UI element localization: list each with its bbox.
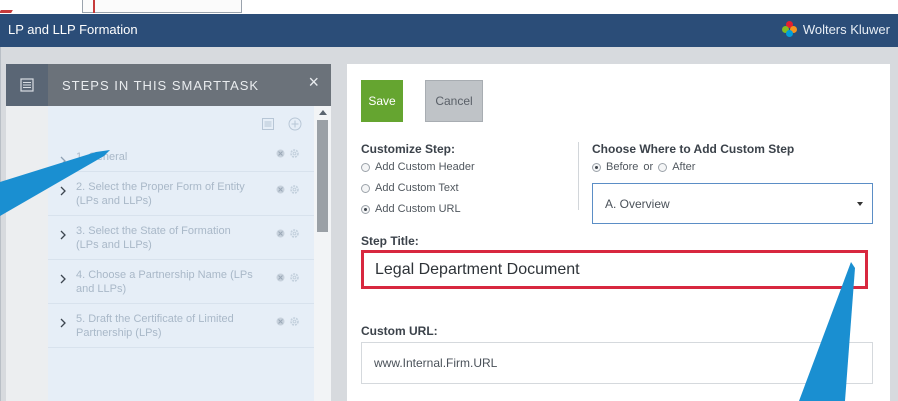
annotation-line [93, 0, 95, 13]
position-radio-group: Before or After [592, 161, 695, 173]
gear-icon[interactable] [289, 228, 300, 239]
steps-scrollbar[interactable] [314, 106, 331, 401]
list-item[interactable]: 1. General [48, 142, 314, 172]
chevron-right-icon[interactable] [58, 186, 68, 196]
list-item[interactable]: 3. Select the State of Formation (LPs an… [48, 216, 314, 260]
customize-step-label: Customize Step: [361, 142, 456, 156]
customize-step-form: Save Cancel Customize Step: Add Custom H… [347, 64, 890, 401]
gear-icon[interactable] [289, 184, 300, 195]
custom-url-value: www.Internal.Firm.URL [374, 356, 498, 370]
step-title-label: Step Title: [361, 234, 419, 248]
steps-list: 1. General 2. Select the Proper Form of … [48, 142, 314, 401]
radio-button[interactable] [361, 183, 370, 193]
radio-after[interactable] [658, 162, 668, 172]
brand-name: Wolters Kluwer [802, 21, 890, 37]
scroll-thumb[interactable] [317, 120, 328, 232]
delete-icon[interactable] [276, 149, 285, 158]
step-actions [276, 316, 300, 327]
list-item[interactable]: 2. Select the Proper Form of Entity (LPs… [48, 172, 314, 216]
radio-before[interactable] [592, 162, 601, 172]
step-title-input[interactable]: Legal Department Document [361, 250, 868, 289]
list-item[interactable]: 4. Choose a Partnership Name (LPs and LL… [48, 260, 314, 304]
scroll-up-icon[interactable] [319, 110, 327, 115]
delete-icon[interactable] [276, 317, 285, 326]
list-icon [20, 78, 34, 92]
step-actions [276, 184, 300, 195]
radio-label: Add Custom Header [375, 161, 475, 173]
delete-icon[interactable] [276, 185, 285, 194]
steps-panel-header: STEPS IN THIS SMARTTASK × [48, 64, 331, 106]
cancel-button[interactable]: Cancel [425, 80, 483, 122]
add-step-icon[interactable] [288, 117, 302, 131]
section-divider [578, 142, 579, 210]
annotation-mark [0, 10, 13, 13]
step-select[interactable]: A. Overview [592, 183, 873, 224]
chevron-right-icon[interactable] [58, 230, 68, 240]
step-label: 3. Select the State of Formation (LPs an… [76, 225, 231, 251]
gear-icon[interactable] [289, 148, 300, 159]
radio-button[interactable] [361, 162, 370, 172]
delete-icon[interactable] [276, 273, 285, 282]
step-label: 5. Draft the Certificate of Limited Part… [76, 313, 234, 339]
radio-button[interactable] [361, 204, 370, 214]
close-icon[interactable]: × [308, 73, 319, 91]
list-view-icon[interactable] [262, 118, 274, 130]
window-tab-edge [82, 0, 242, 13]
chevron-right-icon[interactable] [58, 156, 68, 166]
radio-label: Add Custom URL [375, 203, 461, 215]
chevron-right-icon[interactable] [58, 274, 68, 284]
steps-toolbar [48, 106, 314, 142]
step-label: 4. Choose a Partnership Name (LPs and LL… [76, 269, 253, 295]
wolters-kluwer-logo-icon [781, 21, 798, 37]
page-title: LP and LLP Formation [8, 22, 138, 37]
steps-panel: STEPS IN THIS SMARTTASK × 1. General 2. … [48, 64, 331, 401]
steps-toggle-button[interactable] [6, 64, 48, 106]
delete-icon[interactable] [276, 229, 285, 238]
custom-url-label: Custom URL: [361, 324, 438, 338]
step-label: 2. Select the Proper Form of Entity (LPs… [76, 181, 245, 207]
left-rail [6, 64, 48, 401]
step-actions [276, 272, 300, 283]
or-label: or [643, 161, 654, 173]
gear-icon[interactable] [289, 316, 300, 327]
radio-label: Add Custom Text [375, 182, 459, 194]
step-select-value: A. Overview [605, 197, 670, 211]
radio-add-custom-url[interactable]: Add Custom URL [361, 203, 461, 215]
chevron-right-icon[interactable] [58, 318, 68, 328]
step-label: 1. General [76, 151, 128, 163]
step-actions [276, 228, 300, 239]
before-label[interactable]: Before [606, 161, 638, 173]
steps-panel-title: STEPS IN THIS SMARTTASK [62, 78, 260, 93]
radio-add-custom-text[interactable]: Add Custom Text [361, 182, 459, 194]
chevron-down-icon [857, 202, 863, 206]
radio-add-custom-header[interactable]: Add Custom Header [361, 161, 475, 173]
app-header: LP and LLP Formation Wolters Kluwer [0, 14, 898, 47]
brand: Wolters Kluwer [781, 21, 890, 37]
after-label[interactable]: After [672, 161, 695, 173]
list-item[interactable]: 5. Draft the Certificate of Limited Part… [48, 304, 314, 348]
custom-url-input[interactable]: www.Internal.Firm.URL [361, 342, 873, 384]
where-label: Choose Where to Add Custom Step [592, 142, 795, 156]
save-button[interactable]: Save [361, 80, 403, 122]
step-actions [276, 148, 300, 159]
step-title-value: Legal Department Document [375, 261, 580, 278]
gear-icon[interactable] [289, 272, 300, 283]
